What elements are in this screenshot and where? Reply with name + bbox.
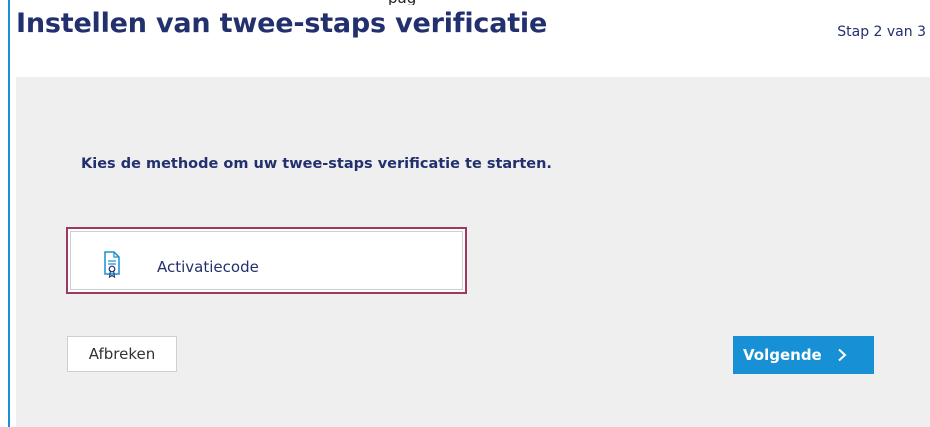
next-button[interactable]: Volgende (733, 336, 874, 374)
chevron-right-icon (836, 348, 848, 362)
certificate-document-icon (104, 251, 120, 279)
option-activatiecode[interactable]: Activatiecode (66, 227, 467, 294)
left-border-line (8, 0, 10, 427)
next-button-label: Volgende (743, 346, 822, 364)
option-label: Activatiecode (157, 258, 259, 276)
option-inner-border (70, 231, 463, 290)
step-indicator: Stap 2 van 3 (837, 24, 926, 40)
page: pag Instellen van twee-staps verificatie… (0, 0, 930, 427)
cancel-button[interactable]: Afbreken (67, 336, 177, 372)
clipped-top-text: pag (388, 0, 588, 5)
instruction-text: Kies de methode om uw twee-staps verific… (81, 156, 552, 172)
page-title: Instellen van twee-staps verificatie (16, 8, 548, 39)
